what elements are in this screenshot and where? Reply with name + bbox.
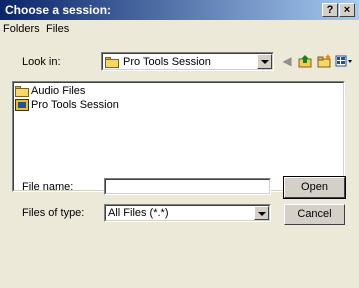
list-item-label: Audio Files [31,85,86,97]
choose-session-dialog: Choose a session: ? × Folders Files Look… [0,0,359,288]
title-bar[interactable]: Choose a session: ? × [0,0,359,20]
file-type-dropdown[interactable]: All Files (*.*) [104,204,271,222]
file-type-label: Files of type: [22,207,85,219]
file-name-input[interactable] [104,178,271,195]
dialog-footer [0,259,359,288]
look-in-value: Pro Tools Session [123,56,211,68]
chevron-down-icon[interactable] [257,54,272,69]
views-menu-icon[interactable] [334,53,354,69]
menu-folders[interactable]: Folders [3,23,40,35]
help-button[interactable]: ? [322,3,338,17]
pro-tools-session-icon [15,99,29,111]
list-item-label: Pro Tools Session [31,99,119,111]
look-in-label: Look in: [22,56,61,68]
menu-files[interactable]: Files [46,23,69,35]
close-button[interactable]: × [339,3,355,17]
cancel-button[interactable]: Cancel [284,204,345,225]
file-list[interactable]: Audio Files Pro Tools Session [12,81,345,192]
back-icon[interactable]: ◀ [279,53,295,69]
file-type-value: All Files (*.*) [108,207,169,219]
file-name-label: File name: [22,181,74,193]
up-folder-icon[interactable] [297,53,313,69]
list-item[interactable]: Pro Tools Session [15,98,119,112]
look-in-dropdown[interactable]: Pro Tools Session [101,52,274,71]
folder-icon [105,56,119,68]
chevron-down-icon[interactable] [254,206,269,220]
open-button[interactable]: Open [283,176,346,199]
new-folder-icon[interactable] [316,53,332,69]
menu-bar: Folders Files [0,21,359,38]
folder-icon [15,85,29,97]
list-item[interactable]: Audio Files [15,84,85,98]
dialog-title: Choose a session: [5,3,112,17]
